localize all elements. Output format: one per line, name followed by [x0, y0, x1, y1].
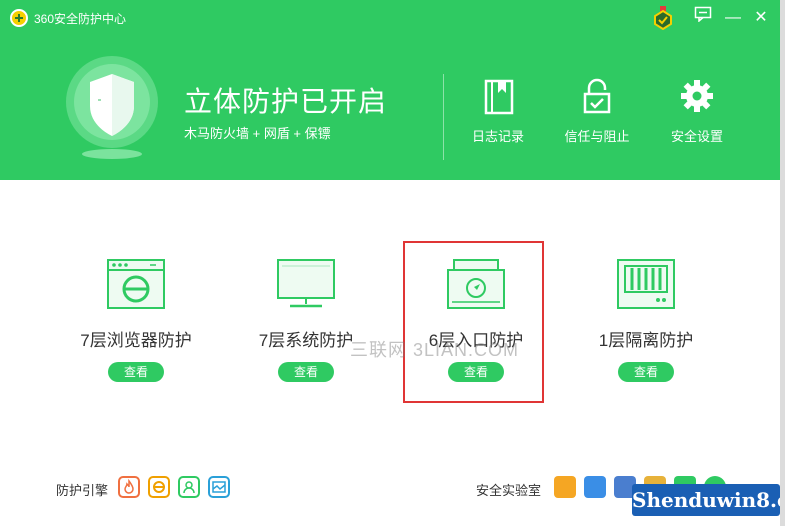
- log-record-label: 日志记录: [471, 129, 524, 144]
- main-window: 360安全防护中心 — ✕ 立体防护已开启 木马防火墙 + 网盾 + 保镖 日志…: [0, 0, 785, 526]
- user-icon[interactable]: [178, 476, 200, 498]
- cloud-icon[interactable]: [208, 476, 230, 498]
- trust-block-button[interactable]: 信任与阻止: [557, 76, 637, 145]
- security-lab-label: 安全实验室: [476, 483, 542, 498]
- minimize-button[interactable]: —: [720, 6, 746, 30]
- security-settings-button[interactable]: 安全设置: [657, 76, 737, 145]
- isolation-server-icon: [616, 258, 676, 310]
- feedback-button[interactable]: [690, 6, 716, 30]
- log-book-icon: [478, 76, 518, 116]
- log-record-button[interactable]: 日志记录: [458, 76, 538, 145]
- flame-icon[interactable]: [118, 476, 140, 498]
- e-icon[interactable]: [148, 476, 170, 498]
- header-divider: [443, 74, 444, 160]
- padlock-icon: [577, 76, 617, 116]
- title-bar: 360安全防护中心 — ✕: [0, 0, 780, 36]
- image-icon[interactable]: [554, 476, 576, 498]
- site-watermark-badge: Shenduwin8.com: [632, 484, 785, 516]
- gear-icon: [677, 76, 717, 116]
- protection-status-title: 立体防护已开启: [184, 86, 388, 117]
- browser-window-icon: [106, 258, 166, 310]
- view-system-protection-button[interactable]: 查看: [278, 362, 334, 382]
- window-right-edge: [780, 0, 785, 526]
- layer-name: 7层浏览器防护: [80, 331, 192, 350]
- chat-icon: [694, 6, 712, 23]
- monitor-icon: [276, 258, 336, 310]
- trust-block-label: 信任与阻止: [564, 129, 630, 144]
- layer-system-protection: 7层系统防护 查看: [236, 258, 376, 382]
- protection-status-subtitle: 木马防火墙 + 网盾 + 保镖: [184, 126, 331, 141]
- security-settings-label: 安全设置: [670, 129, 723, 144]
- close-button[interactable]: ✕: [748, 6, 774, 30]
- layer-name: 1层隔离防护: [598, 331, 694, 350]
- app-logo-icon: [10, 9, 28, 27]
- view-isolation-protection-button[interactable]: 查看: [618, 362, 674, 382]
- window-title: 360安全防护中心: [34, 12, 127, 26]
- highlight-annotation-box: [403, 241, 544, 403]
- layer-browser-protection: 7层浏览器防护 查看: [66, 258, 206, 382]
- gear-icon[interactable]: [584, 476, 606, 498]
- watermark-text: 三联网 3LIAN.COM: [350, 340, 520, 360]
- view-browser-protection-button[interactable]: 查看: [108, 362, 164, 382]
- header-banner: 360安全防护中心 — ✕ 立体防护已开启 木马防火墙 + 网盾 + 保镖 日志…: [0, 0, 780, 180]
- medal-icon[interactable]: [650, 6, 676, 31]
- protection-engine-label: 防护引擎: [56, 483, 109, 498]
- shield-status-icon: [64, 50, 160, 162]
- layer-isolation-protection: 1层隔离防护 查看: [576, 258, 716, 382]
